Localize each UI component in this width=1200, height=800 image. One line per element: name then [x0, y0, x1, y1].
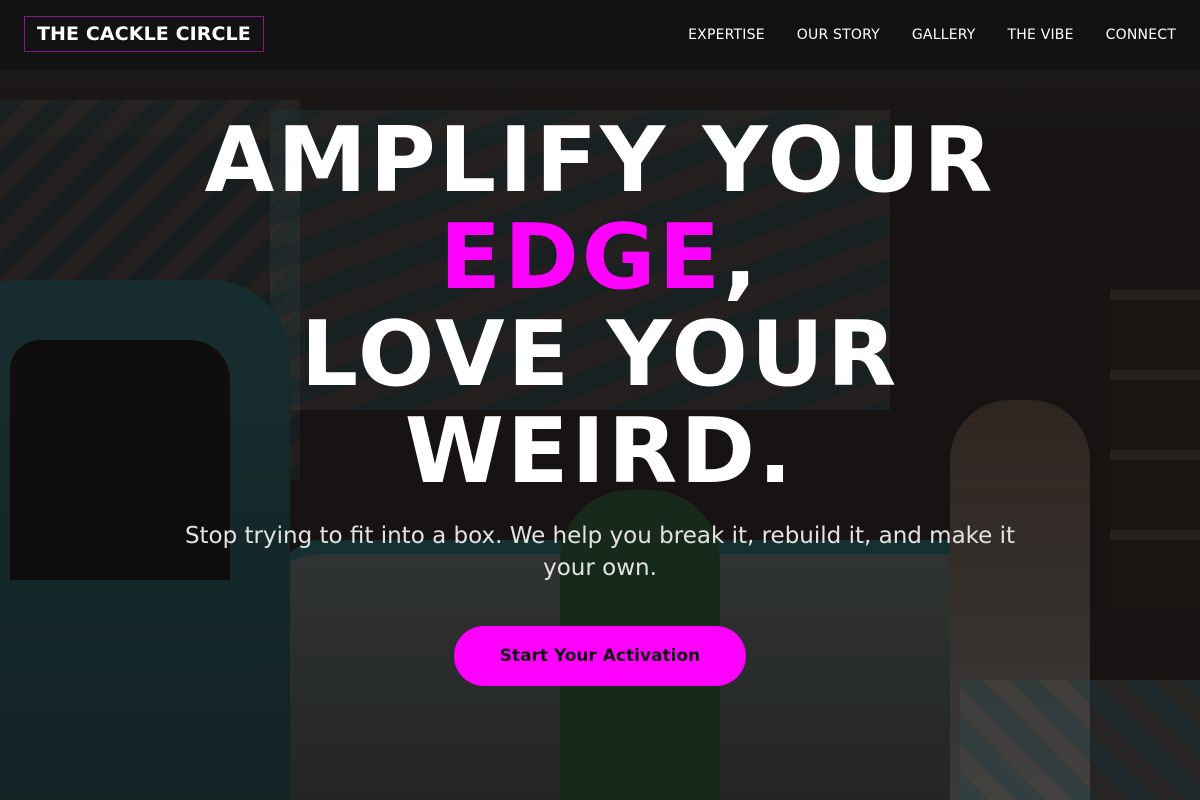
nav-link-expertise[interactable]: EXPERTISE [688, 27, 765, 43]
site-header: THE CACKLE CIRCLE EXPERTISE OUR STORY GA… [0, 0, 1200, 70]
hero-headline: AMPLIFY YOUR EDGE, LOVE YOUR WEIRD. [100, 112, 1100, 500]
hero-subtitle: Stop trying to fit into a box. We help y… [184, 523, 1016, 581]
headline-line-3: LOVE YOUR [300, 302, 900, 407]
headline-accent-word: EDGE [439, 205, 724, 310]
start-activation-button[interactable]: Start Your Activation [454, 626, 746, 686]
nav-link-our-story[interactable]: OUR STORY [797, 27, 880, 43]
main-nav: EXPERTISE OUR STORY GALLERY THE VIBE CON… [688, 0, 1176, 70]
headline-line-1: AMPLIFY YOUR [204, 108, 996, 213]
headline-comma: , [723, 205, 761, 310]
nav-link-the-vibe[interactable]: THE VIBE [1008, 27, 1074, 43]
hero-content: AMPLIFY YOUR EDGE, LOVE YOUR WEIRD. Stop… [0, 70, 1200, 800]
site-logo[interactable]: THE CACKLE CIRCLE [24, 16, 264, 52]
headline-line-2: EDGE, [100, 209, 1100, 306]
nav-link-gallery[interactable]: GALLERY [912, 27, 976, 43]
hero-section: AMPLIFY YOUR EDGE, LOVE YOUR WEIRD. Stop… [0, 70, 1200, 800]
landing-page: THE CACKLE CIRCLE EXPERTISE OUR STORY GA… [0, 0, 1200, 800]
headline-line-4: WEIRD. [404, 399, 796, 504]
nav-link-connect[interactable]: CONNECT [1106, 27, 1176, 43]
